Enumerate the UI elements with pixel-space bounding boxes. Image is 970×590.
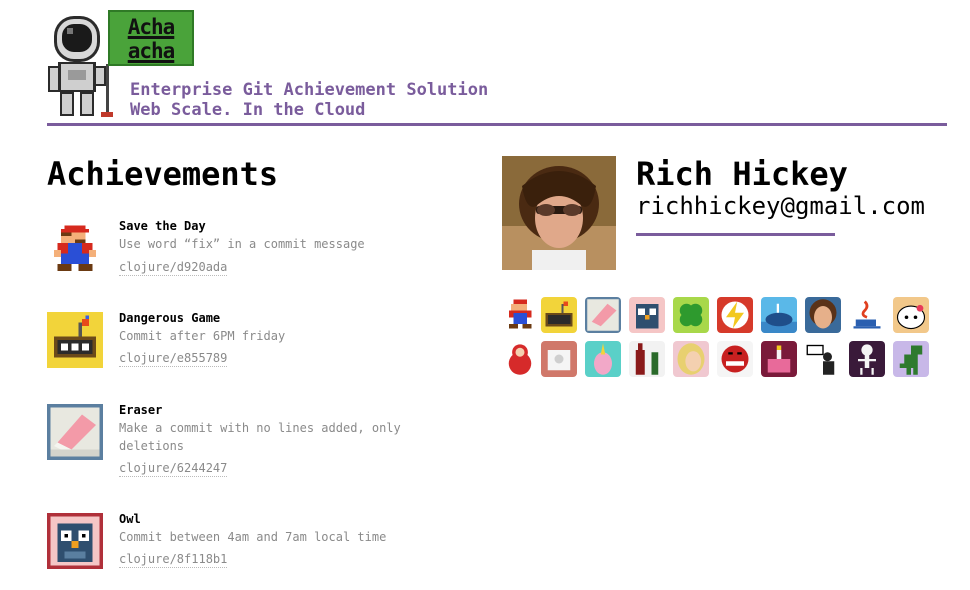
skeleton-icon[interactable] — [849, 341, 885, 377]
eraser-icon — [47, 404, 103, 460]
eraser-icon[interactable] — [585, 297, 621, 333]
unicorn-icon[interactable] — [585, 341, 621, 377]
achievement-commit-link[interactable]: clojure/e855789 — [119, 351, 228, 367]
achievement-name: Owl — [119, 512, 141, 526]
bomb-icon — [47, 312, 103, 368]
owl-icon[interactable] — [629, 297, 665, 333]
achievement-name: Save the Day — [119, 219, 206, 233]
achievement-description: Make a commit with no lines added, only … — [119, 421, 401, 453]
mario-icon — [47, 222, 103, 278]
achievement-description: Commit after 6PM friday — [119, 329, 286, 343]
achievements-heading: Achievements — [47, 155, 279, 193]
birthday-cake-icon[interactable] — [761, 341, 797, 377]
tagline-primary: Enterprise Git Achievement Solution — [130, 80, 489, 100]
mario-icon[interactable] — [502, 297, 538, 333]
matryoshka-icon[interactable] — [502, 341, 538, 377]
achievement-description: Use word “fix” in a commit message — [119, 237, 365, 251]
logo-line-1: Acha — [127, 15, 176, 39]
profile-email: richhickey@gmail.com — [636, 192, 925, 220]
devil-face-icon[interactable] — [717, 341, 753, 377]
profile-name: Rich Hickey — [636, 155, 848, 193]
logo-line-2: acha — [127, 39, 176, 63]
avatar — [502, 156, 616, 270]
achievement-commit-link[interactable]: clojure/d920ada — [119, 260, 228, 276]
achievement-description: Commit between 4am and 7am local time — [119, 530, 387, 544]
header-divider — [47, 123, 947, 126]
owl-icon — [47, 513, 103, 569]
profile-divider — [636, 233, 835, 236]
java-cup-icon[interactable] — [849, 297, 885, 333]
blonde-icon[interactable] — [673, 341, 709, 377]
bottles-icon[interactable] — [629, 341, 665, 377]
achievement-name: Dangerous Game — [119, 311, 221, 325]
achievement-name: Eraser — [119, 403, 163, 417]
lightning-icon[interactable] — [717, 297, 753, 333]
whale-icon[interactable] — [761, 297, 797, 333]
achievement-commit-link[interactable]: clojure/6244247 — [119, 461, 228, 477]
hello-kitty-icon[interactable] — [893, 297, 929, 333]
toilet-paper-icon[interactable] — [541, 341, 577, 377]
dinosaur-icon[interactable] — [893, 341, 929, 377]
app-logo[interactable]: Acha acha — [108, 10, 194, 66]
clover-icon[interactable] — [673, 297, 709, 333]
achievement-commit-link[interactable]: clojure/8f118b1 — [119, 552, 228, 568]
tagline-secondary: Web Scale. In the Cloud — [130, 100, 366, 120]
bomb-icon[interactable] — [541, 297, 577, 333]
presenter-icon[interactable] — [805, 341, 841, 377]
face-icon[interactable] — [805, 297, 841, 333]
